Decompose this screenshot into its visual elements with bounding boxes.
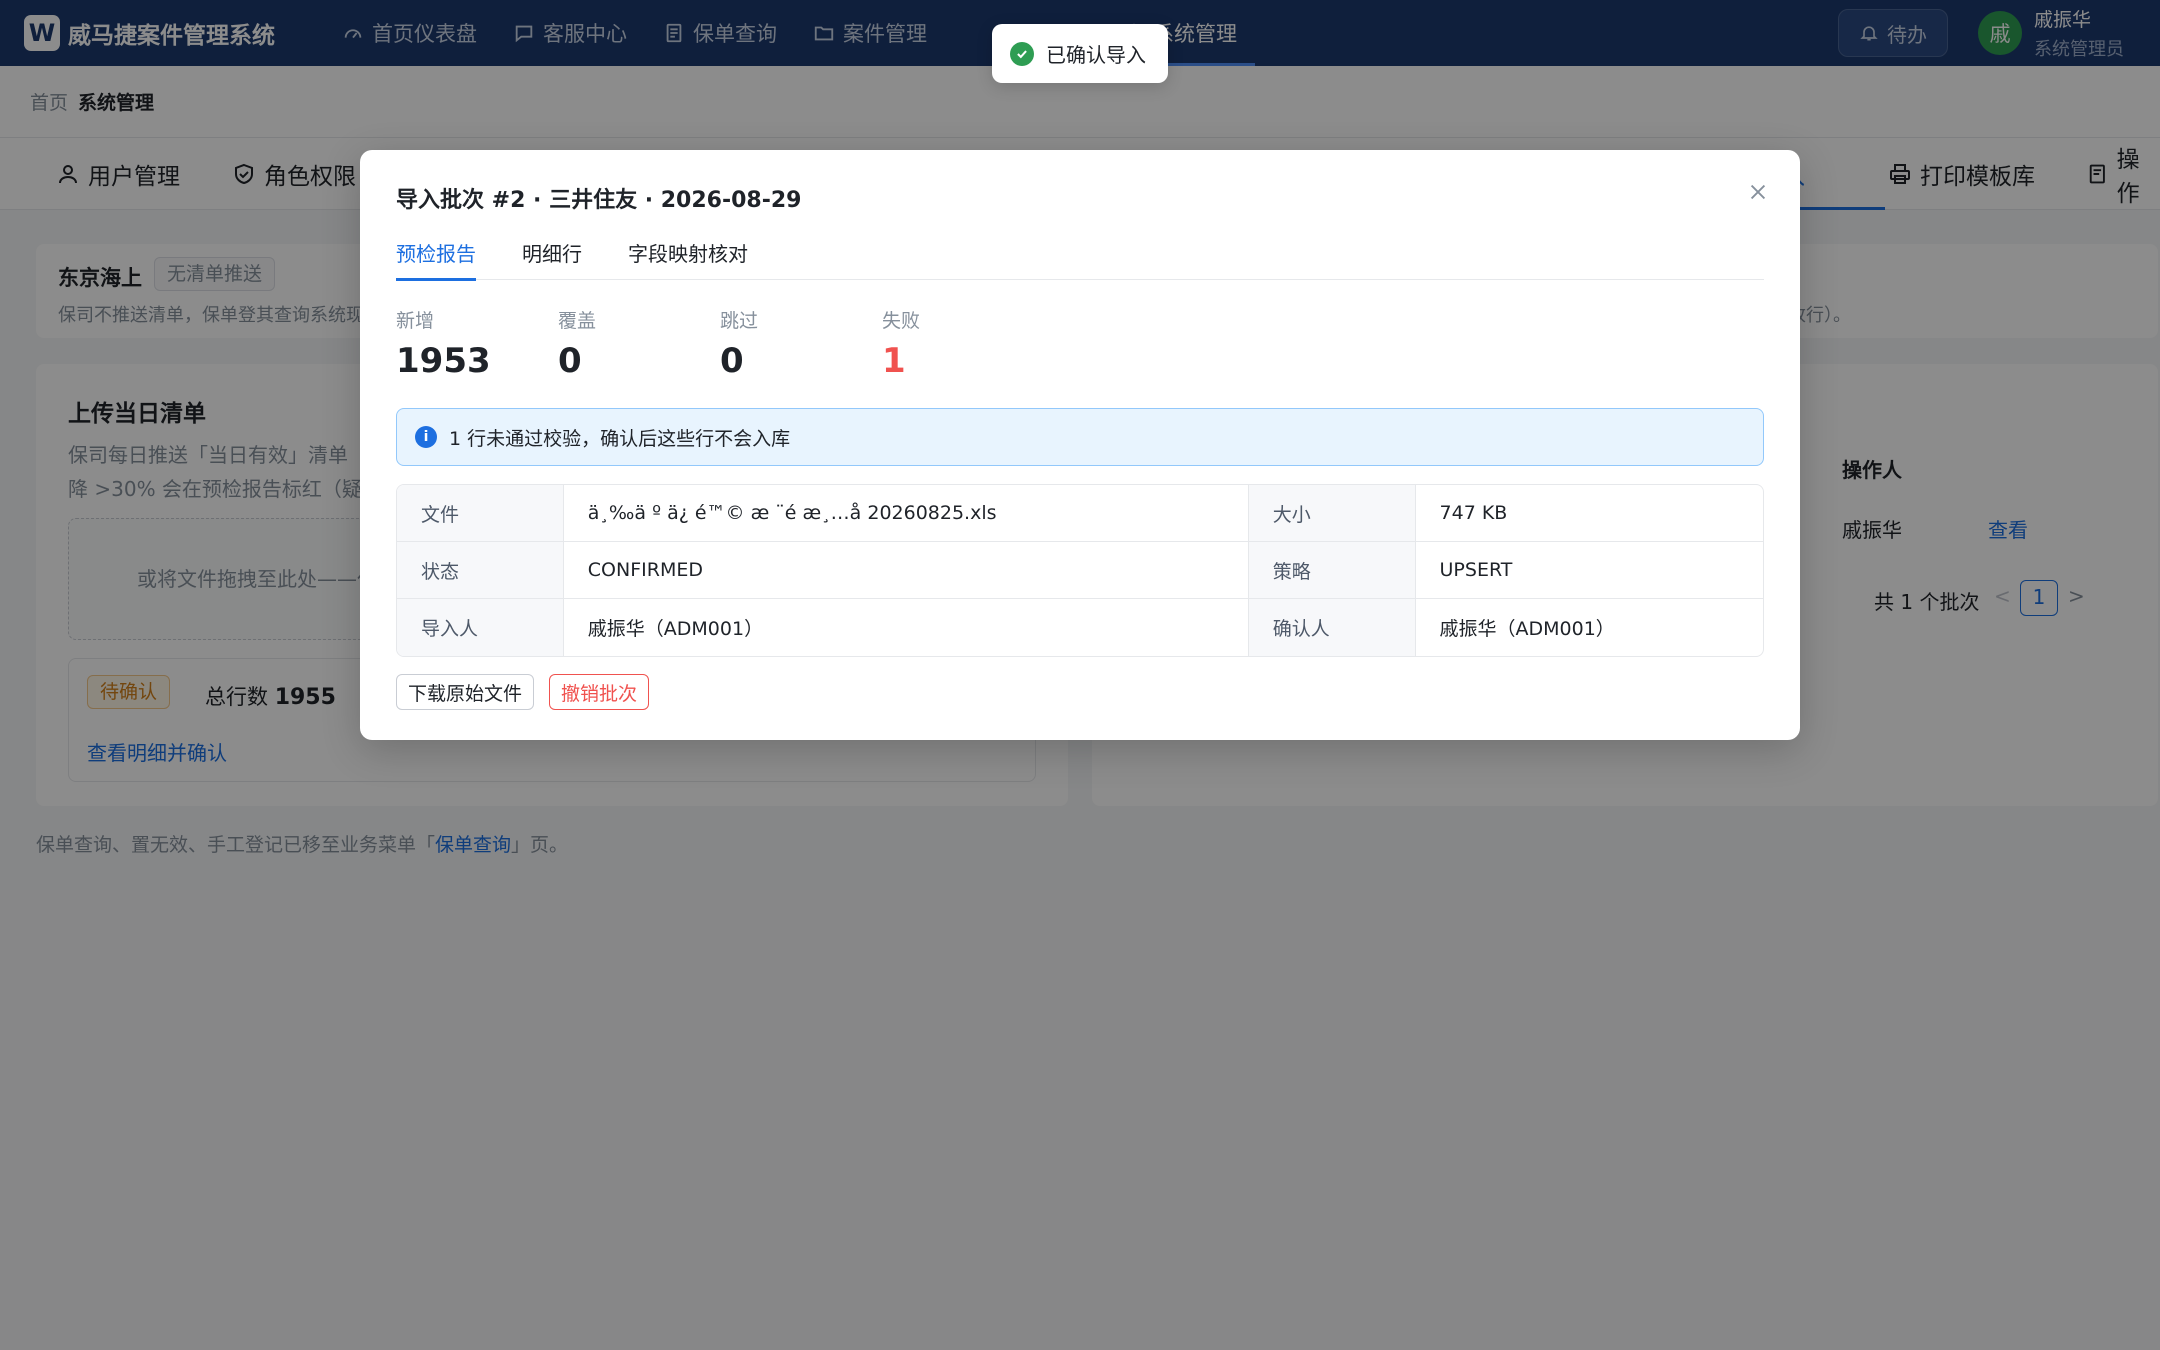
import-batch-modal: 导入批次 #2 · 三井住友 · 2026-08-29 预检报告 明细行 字段映…: [360, 150, 1800, 740]
modal-title: 导入批次 #2 · 三井住友 · 2026-08-29: [396, 188, 802, 213]
detail-label: 状态: [397, 542, 564, 598]
stat-value: 1: [882, 341, 906, 381]
details-row: 状态 CONFIRMED 策略 UPSERT: [397, 542, 1763, 599]
detail-value-confirmer: 戚振华（ADM001）: [1439, 618, 1615, 640]
stat-label: 覆盖: [558, 310, 597, 332]
stat-added: 新增 1953: [396, 306, 491, 381]
detail-value-status: CONFIRMED: [564, 542, 1249, 598]
detail-value-strategy: UPSERT: [1439, 559, 1513, 581]
stat-label: 跳过: [720, 310, 759, 332]
stat-value: 0: [720, 341, 744, 381]
success-toast: 已确认导入: [992, 24, 1168, 83]
close-button[interactable]: [1744, 178, 1772, 206]
stat-failed: 失败 1: [882, 306, 920, 381]
details-row: 文件 ä¸‰ä º ä¿ é™© æ ¨é æ¸…å 20260825.xls …: [397, 485, 1763, 542]
stat-label: 失败: [882, 310, 921, 332]
toast-text: 已确认导入: [1046, 43, 1146, 67]
detail-label: 文件: [397, 485, 564, 541]
details-row: 导入人 戚振华（ADM001） 确认人 戚振华（ADM001）: [397, 599, 1763, 656]
stat-overwritten: 覆盖 0: [558, 306, 596, 381]
stat-skipped: 跳过 0: [720, 306, 758, 381]
modal-tabs: 预检报告 明细行 字段映射核对: [396, 238, 1764, 281]
close-icon: [1750, 184, 1766, 200]
tab-field-mapping[interactable]: 字段映射核对: [628, 238, 748, 280]
alert-text: 1 行未通过校验，确认后这些行不会入库: [449, 427, 791, 450]
stat-value: 0: [558, 341, 582, 381]
detail-label: 大小: [1248, 485, 1416, 541]
tab-precheck-report[interactable]: 预检报告: [396, 238, 476, 281]
info-icon: i: [415, 426, 437, 448]
stat-value: 1953: [396, 341, 491, 381]
tab-detail-rows[interactable]: 明细行: [522, 238, 582, 280]
check-icon: [1010, 41, 1034, 66]
validation-alert: i 1 行未通过校验，确认后这些行不会入库: [396, 408, 1764, 466]
revoke-batch-button[interactable]: 撤销批次: [549, 674, 650, 710]
download-original-button[interactable]: 下载原始文件: [396, 674, 535, 710]
detail-value-file: ä¸‰ä º ä¿ é™© æ ¨é æ¸…å 20260825.xls: [564, 485, 1249, 541]
detail-label: 确认人: [1248, 599, 1416, 656]
detail-label: 策略: [1248, 542, 1416, 598]
detail-value-size: 747 KB: [1439, 502, 1508, 524]
detail-value-importer: 戚振华（ADM001）: [564, 599, 1249, 656]
detail-label: 导入人: [397, 599, 564, 656]
batch-details-table: 文件 ä¸‰ä º ä¿ é™© æ ¨é æ¸…å 20260825.xls …: [396, 484, 1764, 657]
stat-label: 新增: [396, 310, 435, 332]
